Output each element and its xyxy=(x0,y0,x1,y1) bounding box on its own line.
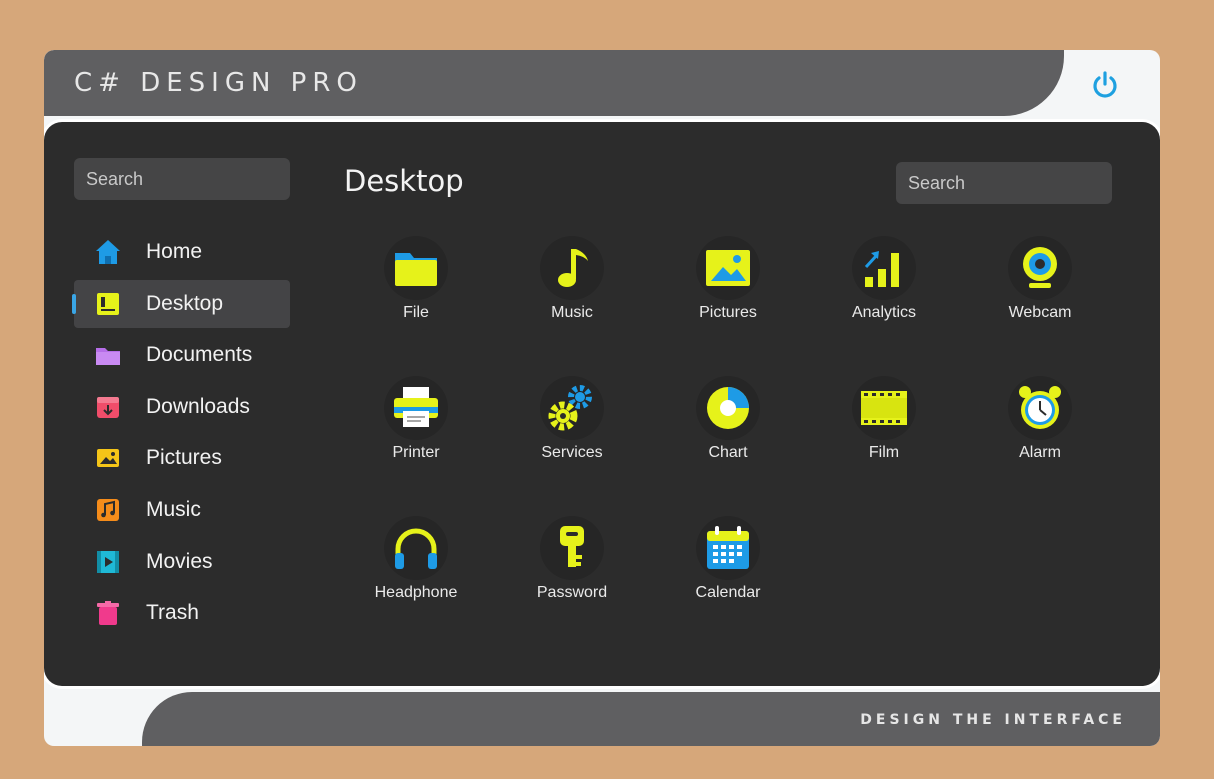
tile-label: Analytics xyxy=(851,304,917,321)
file-folder-icon xyxy=(395,253,437,286)
sidebar-nav: Home Desktop Documents Downloads Picture… xyxy=(72,228,290,641)
tile-chart[interactable]: Chart xyxy=(650,370,806,490)
alarm-clock-icon xyxy=(1019,386,1061,429)
tile-label: Printer xyxy=(392,444,440,461)
tile-label: Film xyxy=(868,444,900,461)
tile-label: Headphone xyxy=(374,584,458,601)
tile-label: Pictures xyxy=(699,304,757,321)
headphone-icon xyxy=(395,528,437,569)
tile-pictures[interactable]: Pictures xyxy=(650,230,806,350)
app-window: C# DESIGN PRO Search Home Desktop Docume… xyxy=(44,50,1160,746)
analytics-icon xyxy=(864,251,899,287)
sidebar-item-pictures[interactable]: Pictures xyxy=(74,434,290,482)
sidebar-item-label: Home xyxy=(146,240,203,263)
sidebar-item-label: Downloads xyxy=(146,394,250,418)
sidebar-item-home[interactable]: Home xyxy=(74,228,290,276)
tile-analytics[interactable]: Analytics xyxy=(806,230,962,350)
sidebar-item-downloads[interactable]: Downloads xyxy=(74,383,290,431)
tagline: DESIGN THE INTERFACE xyxy=(860,712,1126,728)
tile-label: Alarm xyxy=(1019,444,1061,461)
music-note-icon xyxy=(558,249,588,287)
sidebar-item-label: Movies xyxy=(146,549,213,573)
footer-bar: DESIGN THE INTERFACE xyxy=(142,692,1160,746)
tile-label: Services xyxy=(541,444,603,461)
tile-label: Music xyxy=(551,304,593,321)
trash-icon xyxy=(97,601,119,626)
tile-headphone[interactable]: Headphone xyxy=(338,510,494,630)
sidebar-item-movies[interactable]: Movies xyxy=(74,538,290,586)
tile-alarm[interactable]: Alarm xyxy=(962,370,1118,490)
sidebar-item-label: Trash xyxy=(146,601,199,625)
printer-icon xyxy=(394,387,438,427)
sidebar-item-label: Desktop xyxy=(146,291,224,315)
tile-label: Password xyxy=(536,584,608,601)
sidebar-item-label: Music xyxy=(146,497,201,521)
sidebar-item-label: Documents xyxy=(146,343,253,367)
sidebar-item-label: Pictures xyxy=(146,446,222,470)
webcam-icon xyxy=(1023,247,1057,288)
tile-printer[interactable]: Printer xyxy=(338,370,494,490)
calendar-icon xyxy=(707,526,749,569)
home-icon xyxy=(96,240,120,264)
picture-icon xyxy=(97,449,119,468)
main-panel: Search Home Desktop Documents Downloads … xyxy=(44,122,1160,686)
pie-chart-icon xyxy=(707,387,749,429)
main-search-input[interactable]: Search xyxy=(896,162,1112,204)
sidebar-item-music[interactable]: Music xyxy=(74,486,290,534)
folder-icon xyxy=(96,348,120,366)
sidebar-item-documents[interactable]: Documents xyxy=(74,331,290,379)
active-indicator xyxy=(72,293,76,314)
tile-label: Webcam xyxy=(1008,304,1072,321)
app-title: C# DESIGN PRO xyxy=(74,68,363,98)
tile-services[interactable]: Services xyxy=(494,370,650,490)
gears-icon xyxy=(548,385,592,431)
title-bar: C# DESIGN PRO xyxy=(44,50,1064,116)
desktop-icon xyxy=(97,292,119,315)
tile-webcam[interactable]: Webcam xyxy=(962,230,1118,350)
tile-music[interactable]: Music xyxy=(494,230,650,350)
tile-file[interactable]: File xyxy=(338,230,494,350)
key-icon xyxy=(560,526,584,567)
download-icon xyxy=(97,396,119,418)
sidebar-search-input[interactable]: Search xyxy=(74,158,290,200)
pictures-icon xyxy=(706,250,750,286)
movie-icon xyxy=(97,550,119,573)
tile-film[interactable]: Film xyxy=(806,370,962,490)
tile-calendar[interactable]: Calendar xyxy=(650,510,806,630)
power-icon[interactable] xyxy=(1090,70,1120,100)
tile-label: Calendar xyxy=(695,584,761,601)
sidebar-item-desktop[interactable]: Desktop xyxy=(72,279,290,328)
music-icon xyxy=(97,498,119,521)
sidebar-item-trash[interactable]: Trash xyxy=(74,589,290,637)
page-title: Desktop xyxy=(344,164,464,198)
tile-password[interactable]: Password xyxy=(494,510,650,630)
tile-label: File xyxy=(403,304,429,321)
film-icon xyxy=(861,391,907,425)
tile-label: Chart xyxy=(708,444,748,461)
